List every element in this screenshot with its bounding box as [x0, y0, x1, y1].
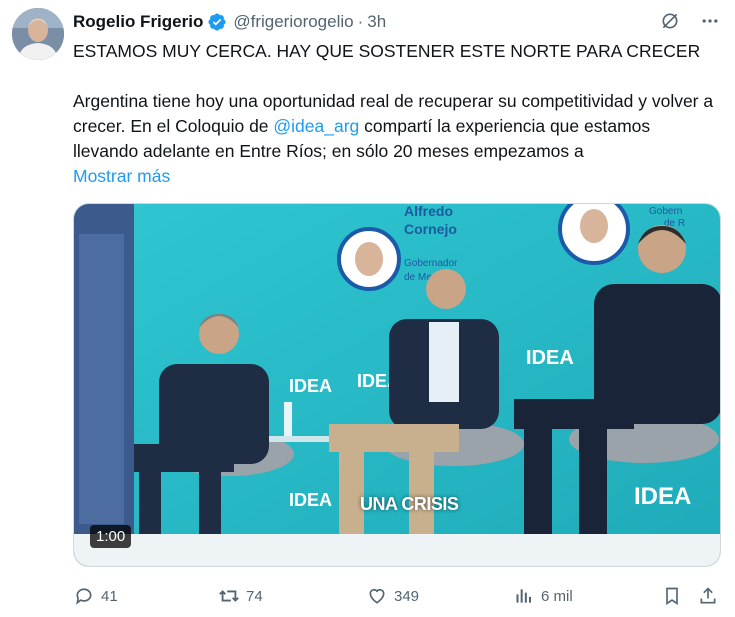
author-display-name[interactable]: Rogelio Frigerio [73, 12, 203, 32]
video-player[interactable]: IDEA IDEA IDEA IDEA IDEA Alfredo Cornejo… [73, 203, 721, 567]
retweet-button[interactable]: 74 [218, 585, 263, 607]
views-icon [513, 585, 535, 607]
media-brand-4: IDEA [289, 490, 332, 510]
screen-name-line-2: Cornejo [404, 221, 457, 237]
top-actions [659, 10, 721, 32]
screen-role-line-3: Gobern [649, 206, 682, 217]
screen-role-line-1: Gobernador [404, 258, 458, 269]
tweet-header: Rogelio Frigerio @frigeriorogelio · 3h [73, 11, 386, 33]
share-icon [697, 585, 719, 607]
grok-icon[interactable] [659, 10, 681, 32]
reply-count: 41 [101, 587, 118, 605]
views-count: 6 mil [541, 587, 573, 605]
video-duration: 1:00 [90, 525, 132, 548]
video-caption: UNA CRISIS [360, 494, 459, 514]
verified-badge-icon [207, 12, 227, 32]
tweet-text: ESTAMOS MUY CERCA. HAY QUE SOSTENER ESTE… [73, 39, 718, 189]
tweet-paragraph: Argentina tiene hoy una oportunidad real… [73, 89, 718, 164]
mention-link[interactable]: @idea_arg [273, 116, 359, 136]
tweet-headline: ESTAMOS MUY CERCA. HAY QUE SOSTENER ESTE… [73, 41, 701, 61]
author-handle[interactable]: @frigeriorogelio [233, 12, 353, 32]
reply-button[interactable]: 41 [73, 585, 118, 607]
author-avatar[interactable] [12, 8, 64, 60]
media-brand-3: IDEA [526, 347, 574, 369]
media-brand-1: IDEA [289, 376, 332, 396]
share-button[interactable] [697, 585, 725, 607]
tweet-timestamp[interactable]: 3h [367, 12, 386, 32]
views-button[interactable]: 6 mil [513, 585, 573, 607]
retweet-count: 74 [246, 587, 263, 605]
like-button[interactable]: 349 [366, 585, 419, 607]
bookmark-icon [661, 585, 683, 607]
like-count: 349 [394, 587, 420, 605]
heart-icon [366, 585, 388, 607]
more-options-icon[interactable] [699, 10, 721, 32]
bookmark-button[interactable] [661, 585, 689, 607]
retweet-icon [218, 585, 240, 607]
tweet-actions: 41 74 349 6 mil [73, 582, 723, 610]
tweet: Rogelio Frigerio @frigeriorogelio · 3h E… [0, 0, 735, 617]
screen-name-line-1: Alfredo [404, 204, 453, 219]
media-brand-5: IDEA [634, 483, 691, 510]
show-more-link[interactable]: Mostrar más [73, 166, 170, 186]
reply-icon [73, 585, 95, 607]
header-separator: · [357, 12, 364, 31]
